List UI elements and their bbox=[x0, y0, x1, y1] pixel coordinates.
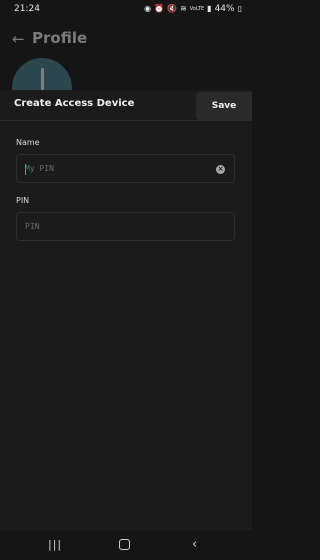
page-title: Profile bbox=[32, 29, 88, 47]
pin-input[interactable] bbox=[17, 213, 234, 240]
status-bar: 21:24 ◉ ⏰ 🔇 ≋ VoLTE ▮ 44% ▯ bbox=[0, 0, 252, 18]
home-icon[interactable] bbox=[119, 539, 130, 550]
battery-icon: ▯ bbox=[237, 4, 242, 13]
pin-label: PIN bbox=[16, 196, 30, 205]
signal-icon: ▮ bbox=[207, 4, 212, 13]
create-access-device-sheet: Create Access Device Save Name × PIN bbox=[0, 90, 252, 530]
wifi-icon: ≋ bbox=[180, 4, 187, 13]
status-icons: ◉ ⏰ 🔇 ≋ VoLTE ▮ 44% ▯ bbox=[144, 4, 242, 14]
background-profile-page: ← Profile bbox=[0, 18, 252, 118]
pin-field[interactable] bbox=[16, 212, 235, 241]
sheet-title: Create Access Device bbox=[14, 98, 135, 109]
system-nav-bar: ||| ‹ bbox=[0, 530, 252, 560]
arrow-left-icon[interactable]: ← bbox=[12, 30, 25, 48]
status-time: 21:24 bbox=[14, 4, 40, 14]
save-button[interactable]: Save bbox=[196, 92, 252, 120]
alarm-icon: ⏰ bbox=[154, 4, 165, 13]
battery-percent: 44% bbox=[214, 4, 235, 14]
name-input[interactable] bbox=[17, 155, 234, 182]
network-label: VoLTE bbox=[189, 5, 205, 12]
close-circle-icon[interactable]: × bbox=[216, 165, 225, 174]
whatsapp-icon: ◉ bbox=[144, 4, 152, 13]
recents-icon[interactable]: ||| bbox=[48, 537, 62, 553]
back-icon[interactable]: ‹ bbox=[192, 537, 197, 553]
mute-icon: 🔇 bbox=[167, 4, 178, 13]
name-label: Name bbox=[16, 138, 40, 147]
text-cursor bbox=[25, 164, 26, 175]
name-field[interactable]: × bbox=[16, 154, 235, 183]
sheet-header: Create Access Device Save bbox=[0, 90, 252, 121]
